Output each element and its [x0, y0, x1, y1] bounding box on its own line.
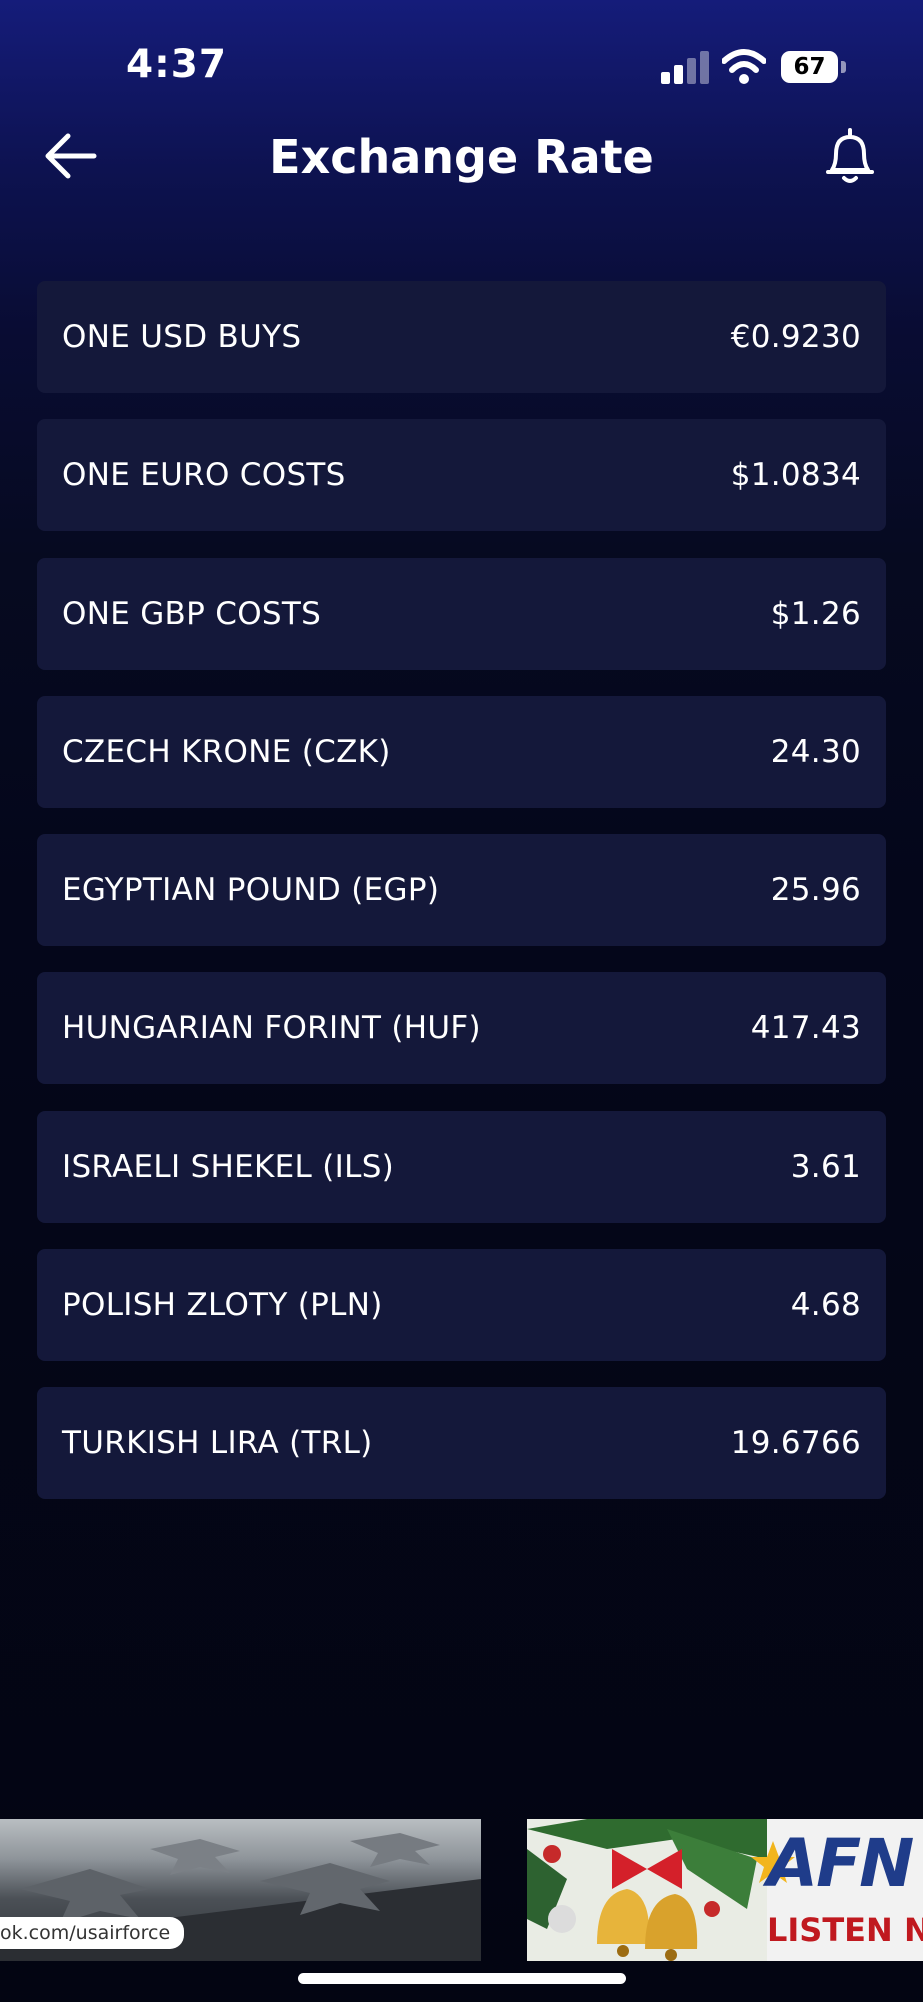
rate-row-trl[interactable]: TURKISH LIRA (TRL) 19.6766	[37, 1387, 886, 1500]
rate-value: 4.68	[790, 1287, 861, 1324]
status-bar: 4:37 67	[0, 0, 923, 120]
rate-value: 417.43	[750, 1010, 861, 1047]
rate-row-euro[interactable]: ONE EURO COSTS $1.0834	[37, 419, 886, 532]
rate-row-czk[interactable]: CZECH KRONE (CZK) 24.30	[37, 695, 886, 808]
rate-label: ONE EURO COSTS	[62, 457, 346, 494]
page-title: Exchange Rate	[269, 130, 654, 184]
header: Exchange Rate	[0, 110, 923, 200]
rate-value: 25.96	[770, 872, 861, 909]
cellular-signal-icon	[661, 50, 709, 84]
ad-afn[interactable]: AFN LISTEN NOW	[527, 1819, 923, 1961]
battery-nub	[841, 61, 846, 73]
rate-row-usd[interactable]: ONE USD BUYS €0.9230	[37, 281, 886, 393]
rate-row-pln[interactable]: POLISH ZLOTY (PLN) 4.68	[37, 1249, 886, 1362]
rate-row-huf[interactable]: HUNGARIAN FORINT (HUF) 417.43	[37, 972, 886, 1085]
rate-label: ISRAELI SHEKEL (ILS)	[62, 1148, 395, 1185]
battery-level: 67	[793, 54, 826, 80]
wifi-icon	[722, 49, 766, 84]
home-indicator[interactable]	[298, 1973, 626, 1984]
listen-now-label: LISTEN NOW	[767, 1911, 923, 1949]
rate-label: POLISH ZLOTY (PLN)	[62, 1287, 383, 1324]
rate-row-ils[interactable]: ISRAELI SHEKEL (ILS) 3.61	[37, 1110, 886, 1223]
rate-row-egp[interactable]: EGYPTIAN POUND (EGP) 25.96	[37, 834, 886, 947]
bell-icon[interactable]	[820, 124, 880, 188]
rate-value: 24.30	[770, 733, 861, 770]
ad-banner: ok.com/usairforce AFN LISTEN NOW	[0, 1819, 923, 1961]
afn-logo: AFN	[767, 1825, 914, 1902]
christmas-bells-image	[527, 1819, 767, 1961]
rate-label: HUNGARIAN FORINT (HUF)	[62, 1010, 481, 1047]
status-time: 4:37	[126, 42, 228, 87]
rate-value: 19.6766	[730, 1425, 861, 1462]
rate-label: ONE GBP COSTS	[62, 595, 322, 632]
ad-air-force[interactable]: ok.com/usairforce	[0, 1819, 481, 1961]
rate-label: CZECH KRONE (CZK)	[62, 733, 391, 770]
battery-indicator: 67	[781, 51, 838, 83]
rate-value: €0.9230	[730, 319, 861, 355]
ad-url: ok.com/usairforce	[0, 1917, 185, 1949]
rate-row-gbp[interactable]: ONE GBP COSTS $1.26	[37, 557, 886, 670]
rate-label: TURKISH LIRA (TRL)	[62, 1425, 373, 1462]
rate-label: EGYPTIAN POUND (EGP)	[62, 872, 440, 909]
rate-value: $1.0834	[730, 457, 861, 494]
rates-list: ONE USD BUYS €0.9230 ONE EURO COSTS $1.0…	[37, 281, 886, 1526]
rate-value: 3.61	[790, 1148, 861, 1185]
rate-value: $1.26	[770, 595, 861, 632]
rate-label: ONE USD BUYS	[62, 319, 302, 355]
